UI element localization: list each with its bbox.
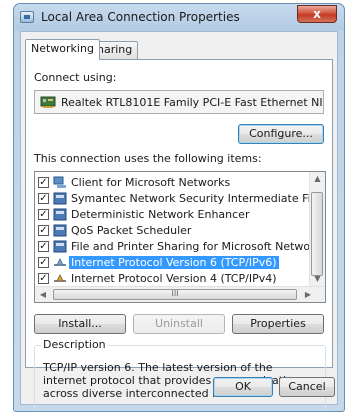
item-label: Internet Protocol Version 4 (TCP/IPv4) <box>71 272 277 285</box>
networking-panel: Connect using: Realtek RTL8101E Family P… <box>25 59 333 411</box>
list-item[interactable]: ✓ Client for Microsoft Networks <box>37 175 309 191</box>
checkbox[interactable]: ✓ <box>38 241 49 252</box>
connect-using-label: Connect using: <box>34 71 117 84</box>
item-label: Deterministic Network Enhancer <box>71 208 250 221</box>
cancel-button[interactable]: Cancel <box>279 377 335 397</box>
protocol-icon <box>54 258 66 266</box>
properties-window: Local Area Connection Properties x Netwo… <box>13 3 345 412</box>
vertical-scroll-thumb[interactable] <box>311 192 323 276</box>
ok-button[interactable]: OK <box>213 377 273 397</box>
scroll-up-icon[interactable]: ▲ <box>310 172 325 186</box>
service-icon <box>53 208 67 221</box>
network-adapter-icon <box>40 96 56 108</box>
dialog-content: Networking Sharing Connect using: Realte… <box>20 31 338 411</box>
uninstall-button: Uninstall <box>133 314 225 334</box>
horizontal-scrollbar[interactable]: ◀ III ▶ <box>35 286 325 302</box>
service-icon <box>53 192 67 205</box>
item-label: File and Printer Sharing for Microsoft N… <box>71 240 326 253</box>
checkbox[interactable]: ✓ <box>38 225 49 236</box>
list-item[interactable]: ✓ Deterministic Network Enhancer <box>37 207 309 223</box>
checkbox[interactable]: ✓ <box>38 209 49 220</box>
checkbox[interactable]: ✓ <box>38 177 49 188</box>
adapter-field: Realtek RTL8101E Family PCI-E Fast Ether… <box>34 90 324 114</box>
protocol-icon <box>54 274 66 282</box>
checkbox[interactable]: ✓ <box>38 193 49 204</box>
list-item[interactable]: ✓ Symantec Network Security Intermediate… <box>37 191 325 207</box>
items-label: This connection uses the following items… <box>34 152 262 165</box>
close-button[interactable]: x <box>297 5 337 23</box>
checkbox[interactable]: ✓ <box>38 257 49 268</box>
item-label: Symantec Network Security Intermediate F… <box>71 192 325 205</box>
title-bar[interactable]: Local Area Connection Properties x <box>14 4 344 30</box>
list-item[interactable]: ✓ File and Printer Sharing for Microsoft… <box>37 239 325 255</box>
list-item[interactable]: ✓ QoS Packet Scheduler <box>37 223 309 239</box>
window-title: Local Area Connection Properties <box>41 10 240 24</box>
properties-button[interactable]: Properties <box>232 314 324 334</box>
network-connection-icon <box>20 11 34 23</box>
item-label: Internet Protocol Version 6 (TCP/IPv6) <box>69 256 279 269</box>
configure-button[interactable]: Configure... <box>238 124 324 144</box>
list-item[interactable]: ✓ Internet Protocol Version 6 (TCP/IPv6) <box>37 255 309 271</box>
item-label: Client for Microsoft Networks <box>71 176 231 189</box>
item-label: QoS Packet Scheduler <box>71 224 192 237</box>
install-button[interactable]: Install... <box>34 314 126 334</box>
list-item[interactable]: ✓ Internet Protocol Version 4 (TCP/IPv4) <box>37 271 309 287</box>
scroll-right-icon[interactable]: ▶ <box>301 287 315 302</box>
client-icon <box>53 176 66 188</box>
tab-networking[interactable]: Networking <box>25 39 100 60</box>
horizontal-scroll-thumb[interactable]: III <box>53 289 297 300</box>
scroll-left-icon[interactable]: ◀ <box>36 287 50 302</box>
vertical-scrollbar[interactable]: ▲ ▼ <box>309 172 325 286</box>
adapter-name: Realtek RTL8101E Family PCI-E Fast Ether… <box>61 96 323 109</box>
service-icon <box>53 224 67 237</box>
checkbox[interactable]: ✓ <box>38 273 49 284</box>
items-list[interactable]: ✓ Client for Microsoft Networks ✓ Symant… <box>34 171 326 303</box>
scroll-down-icon[interactable]: ▼ <box>310 272 325 286</box>
description-legend: Description <box>41 338 108 351</box>
service-icon <box>53 240 67 253</box>
description-text: TCP/IP version 6. The latest version of … <box>43 361 300 400</box>
